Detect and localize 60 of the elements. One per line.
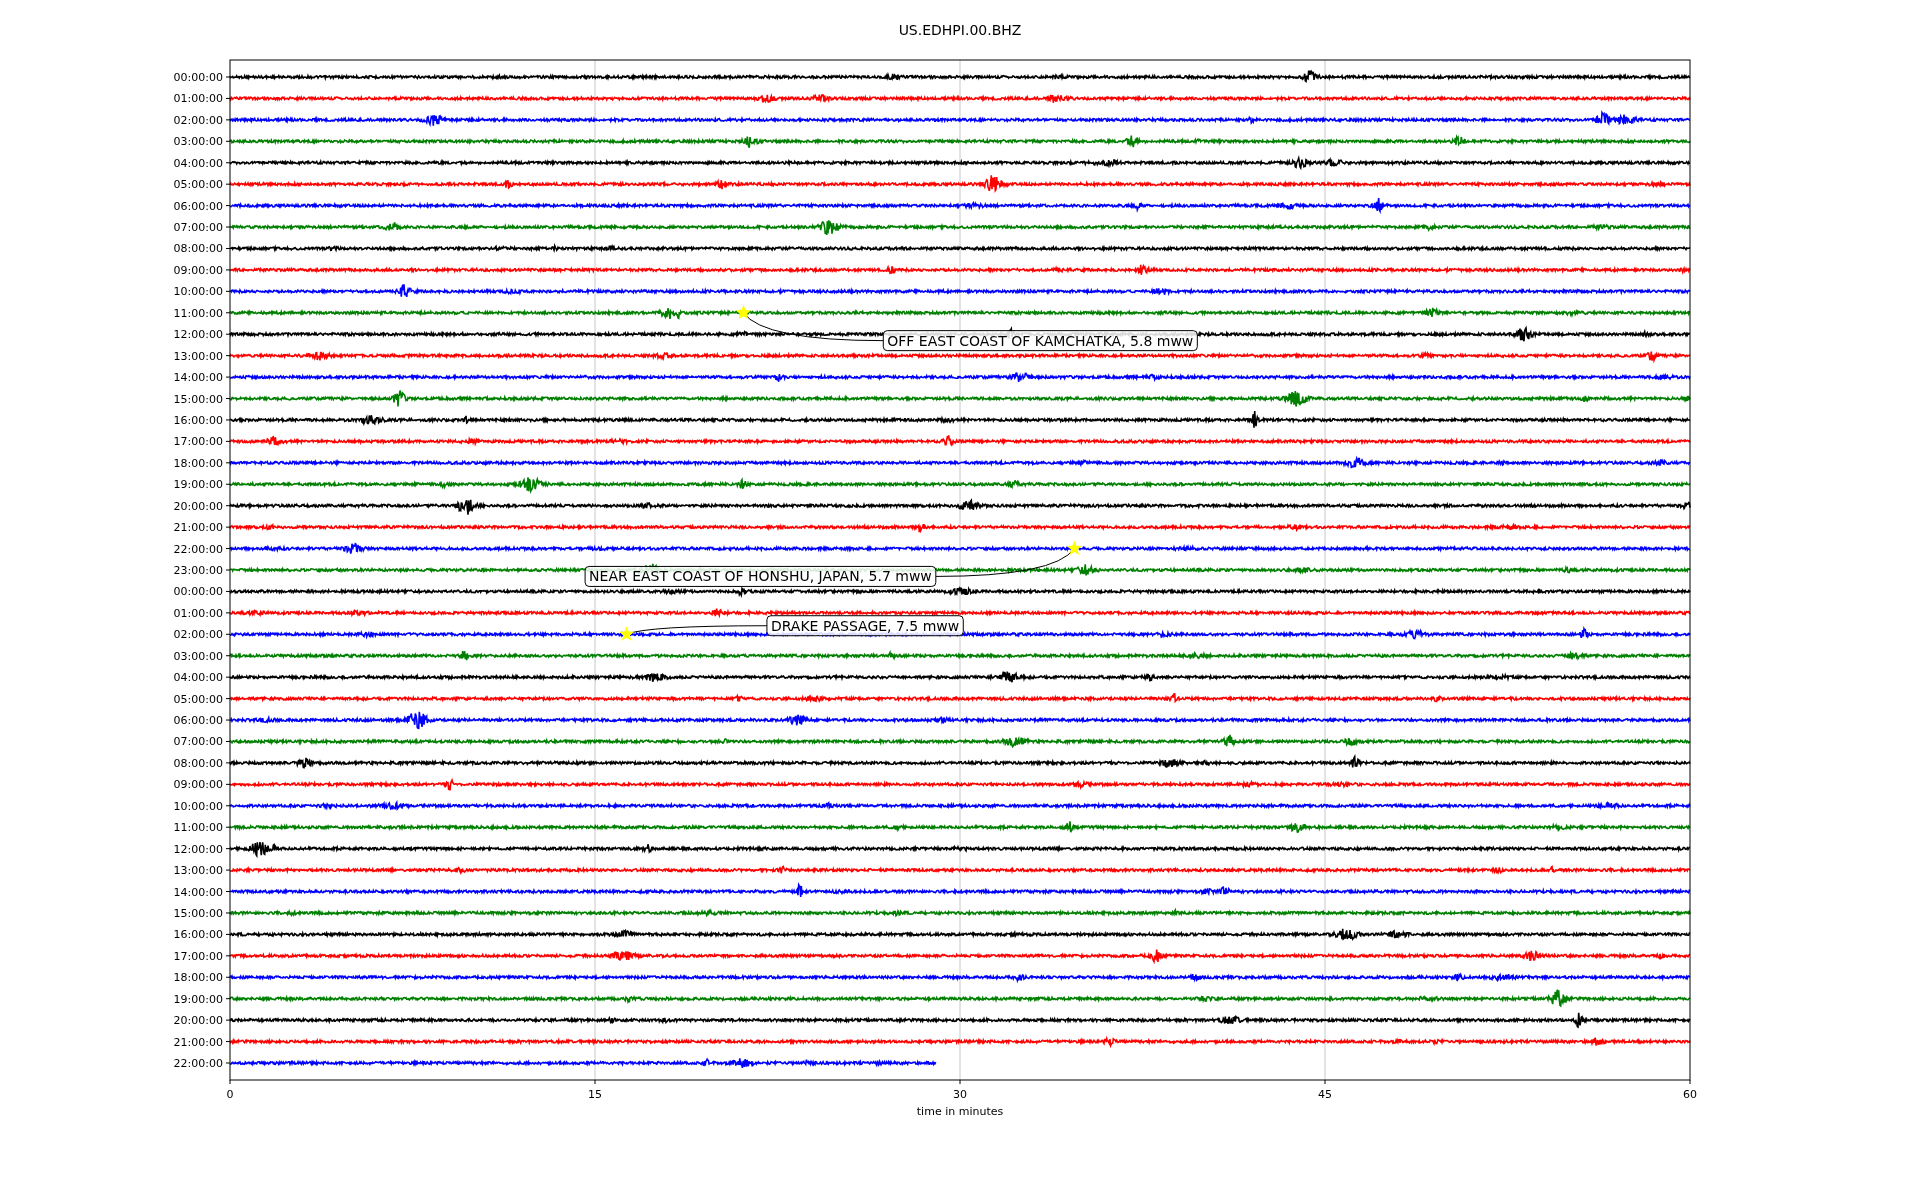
y-tick-label: 10:00:00 (173, 799, 223, 813)
chart-title: US.EDHPI.00.BHZ (898, 22, 1022, 38)
x-tick-label: 0 (226, 1088, 234, 1101)
x-tick-label: 30 (953, 1088, 967, 1101)
y-tick-label: 09:00:00 (173, 263, 223, 277)
y-tick-label: 15:00:00 (173, 392, 223, 406)
y-tick-label: 22:00:00 (173, 542, 223, 556)
y-tick-label: 01:00:00 (173, 92, 223, 106)
x-tick-label: 60 (1683, 1088, 1697, 1101)
x-axis-label: time in minutes (916, 1105, 1004, 1118)
y-tick-label: 07:00:00 (173, 735, 223, 749)
y-tick-label: 16:00:00 (173, 928, 223, 942)
event-label: OFF EAST COAST OF KAMCHATKA, 5.8 mww (882, 330, 1198, 352)
y-tick-label: 06:00:00 (173, 199, 223, 213)
y-tick-label: 23:00:00 (173, 564, 223, 577)
y-tick-label: 02:00:00 (173, 628, 223, 642)
y-tick-label: 13:00:00 (173, 864, 223, 878)
y-tick-label: 18:00:00 (173, 456, 223, 470)
y-tick-label: 04:00:00 (173, 671, 223, 685)
y-tick-label: 19:00:00 (173, 478, 223, 492)
y-tick-label: 18:00:00 (173, 971, 223, 985)
y-tick-label: 03:00:00 (173, 135, 223, 149)
y-tick-label: 07:00:00 (173, 221, 223, 235)
x-tick-label: 45 (1318, 1088, 1332, 1101)
y-tick-label: 03:00:00 (173, 649, 223, 663)
y-tick-label: 15:00:00 (173, 906, 223, 920)
y-tick-label: 13:00:00 (173, 349, 223, 363)
y-tick-label: 05:00:00 (173, 692, 223, 706)
x-tick-label: 15 (588, 1088, 602, 1101)
y-tick-label: 21:00:00 (173, 521, 223, 535)
y-tick-label: 11:00:00 (173, 821, 223, 835)
y-tick-label: 20:00:00 (173, 1014, 223, 1028)
y-tick-label: 06:00:00 (173, 714, 223, 728)
y-tick-label: 17:00:00 (173, 435, 223, 449)
y-tick-label: 04:00:00 (173, 156, 223, 170)
y-tick-label: 21:00:00 (173, 1035, 223, 1049)
star-icon (1066, 540, 1082, 555)
y-tick-label: 12:00:00 (173, 842, 223, 856)
y-tick-label: 10:00:00 (173, 285, 223, 299)
y-tick-label: 00:00:00 (173, 71, 223, 84)
y-tick-label: 09:00:00 (173, 778, 223, 792)
y-tick-label: 00:00:00 (173, 585, 223, 599)
y-tick-label: 08:00:00 (173, 242, 223, 256)
y-tick-label: 08:00:00 (173, 756, 223, 770)
event-label: DRAKE PASSAGE, 7.5 mww (766, 615, 964, 637)
y-tick-label: 01:00:00 (173, 606, 223, 620)
star-icon (735, 304, 751, 320)
y-tick-label: 11:00:00 (173, 306, 223, 320)
event-label: NEAR EAST COAST OF HONSHU, JAPAN, 5.7 mww (584, 565, 937, 587)
y-tick-label: 22:00:00 (173, 1057, 223, 1070)
y-tick-label: 14:00:00 (173, 371, 223, 385)
y-tick-label: 05:00:00 (173, 178, 223, 192)
y-tick-label: 12:00:00 (173, 328, 223, 342)
y-tick-label: 17:00:00 (173, 949, 223, 963)
y-tick-label: 02:00:00 (173, 113, 223, 127)
y-tick-label: 14:00:00 (173, 885, 223, 899)
y-tick-label: 20:00:00 (173, 499, 223, 513)
y-tick-label: 16:00:00 (173, 413, 223, 427)
star-icon (619, 626, 635, 641)
y-tick-label: 19:00:00 (173, 992, 223, 1006)
